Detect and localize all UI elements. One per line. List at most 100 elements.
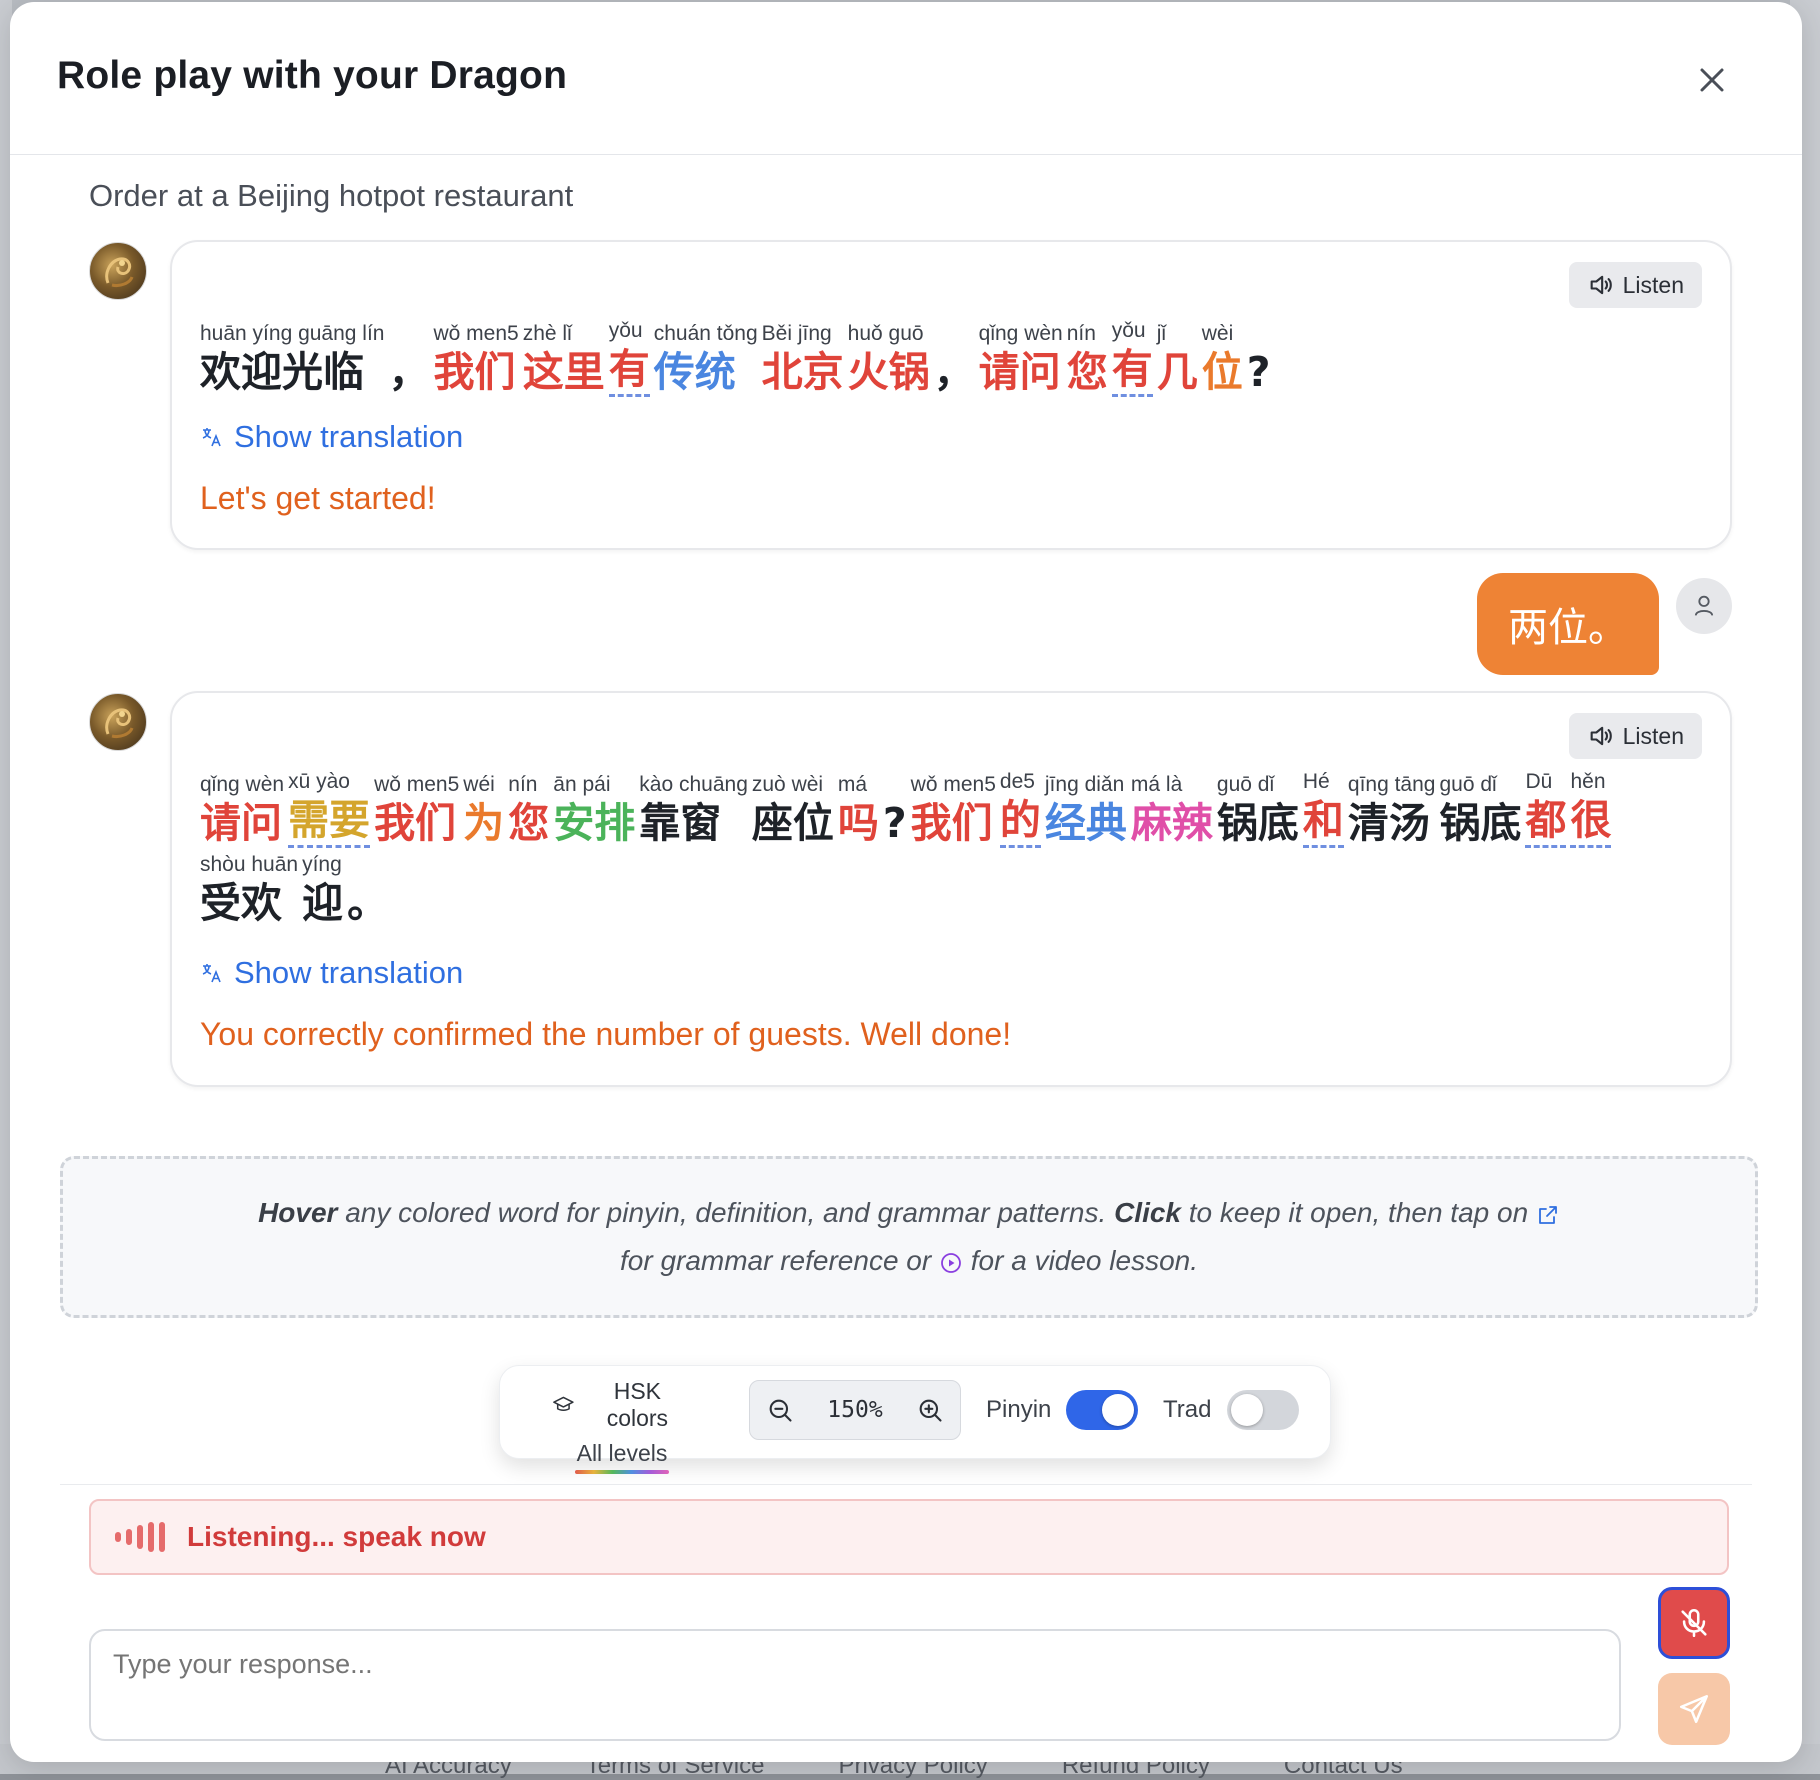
chinese-word[interactable]: qǐng wèn 请问 (979, 321, 1063, 397)
listen-label: Listen (1622, 722, 1684, 749)
modal-header: Role play with your Dragon (10, 2, 1802, 155)
assistant-message-2: Listen qǐng wèn 请问 xū yào 需要 wǒ men5 我们 wéi 为 ní… (170, 691, 1732, 1087)
chinese-word[interactable]: guō dǐ 锅底 (1439, 772, 1521, 848)
send-button[interactable] (1658, 1673, 1730, 1745)
chinese-word[interactable]: guō dǐ 锅底 (1217, 772, 1299, 848)
hint-text-1: any colored word for pinyin, definition,… (337, 1197, 1115, 1228)
chinese-sentence: qǐng wèn 请问 xū yào 需要 wǒ men5 我们 wéi 为 nín 您 ān pá… (200, 769, 1710, 928)
hint-box: Hover any colored word for pinyin, defin… (60, 1156, 1758, 1318)
hint-text-4: for a video lesson. (962, 1245, 1199, 1276)
chinese-word[interactable]: shòu huān 受欢 (200, 852, 298, 928)
chinese-word[interactable]: hěn 很 (1570, 769, 1612, 848)
hanzi: 您 (508, 799, 550, 847)
hanzi: 我们 (433, 348, 516, 396)
translate-icon (202, 964, 221, 983)
chinese-word[interactable]: wèi 位 (1202, 321, 1243, 397)
hanzi: 为 (463, 799, 505, 847)
hanzi: 靠窗 (639, 799, 722, 847)
zoom-value: 150% (827, 1397, 883, 1423)
show-translation-button[interactable]: Show translation (200, 419, 463, 455)
hanzi: 经典 (1044, 799, 1127, 847)
show-translation-label: Show translation (234, 955, 464, 990)
chinese-word[interactable]: zhè lǐ 这里 (523, 321, 605, 397)
hsk-levels-value: All levels (576, 1440, 668, 1466)
close-button[interactable] (1692, 60, 1732, 100)
chinese-word[interactable]: zuò wèi 座位 (752, 772, 834, 848)
hint-text-3: for grammar reference or (619, 1245, 939, 1276)
mic-toggle-button[interactable] (1658, 1587, 1730, 1659)
listen-button[interactable]: Listen (1568, 713, 1702, 759)
scenario-title: Order at a Beijing hotpot restaurant (89, 178, 574, 213)
hanzi: ， (933, 348, 975, 396)
user-message: 两位。 (1477, 573, 1659, 675)
user-icon (1694, 595, 1714, 616)
chinese-word[interactable]: Běi jīng 北京 (762, 321, 844, 397)
chinese-word[interactable]: yǒu 有 (608, 318, 650, 397)
hanzi: 火锅 (847, 348, 930, 396)
chinese-word[interactable]: wǒ men5 我们 (434, 321, 519, 397)
chinese-word[interactable]: wǒ men5 我们 (911, 772, 996, 848)
chinese-word[interactable]: wéi 为 (463, 772, 504, 848)
chinese-word[interactable]: nín 您 (1067, 321, 1108, 397)
chinese-word[interactable]: qīng tāng 清汤 (1348, 772, 1436, 848)
hanzi: 需要 (288, 795, 371, 848)
chinese-word[interactable]: huǒ guō 火锅 (848, 321, 930, 397)
punctuation: ? (883, 772, 907, 848)
chinese-word[interactable]: chuán tǒng 传统 (654, 321, 758, 397)
audio-level-icon (115, 1520, 165, 1554)
pinyin: wǒ men5 (433, 322, 519, 345)
pinyin: de5 (999, 770, 1035, 793)
hint-hover: Hover (258, 1197, 338, 1228)
show-translation-button[interactable]: Show translation (200, 955, 463, 991)
pinyin: qǐng wèn (978, 322, 1063, 345)
pinyin: xū yào (288, 770, 350, 793)
toggle-knob (1231, 1394, 1263, 1426)
listen-label: Listen (1622, 271, 1684, 298)
feedback-text: Let's get started! (200, 480, 436, 516)
chinese-word[interactable]: ān pái 安排 (553, 772, 635, 848)
hanzi: 安排 (553, 799, 636, 847)
hanzi: 我们 (374, 799, 457, 847)
chinese-word[interactable]: nín 您 (508, 772, 549, 848)
punctuation: ， (389, 321, 430, 397)
hanzi: 欢迎光临 (200, 348, 364, 396)
hanzi: 锅底 (1216, 799, 1299, 847)
chinese-word[interactable]: má là 麻辣 (1131, 772, 1213, 848)
trad-label: Trad (1163, 1396, 1212, 1423)
chinese-word[interactable]: wǒ men5 我们 (374, 772, 459, 848)
hanzi: 这里 (522, 348, 605, 396)
dragon-avatar (89, 242, 147, 300)
pinyin: wǒ men5 (910, 773, 996, 796)
chinese-word[interactable]: yǒu 有 (1111, 318, 1153, 397)
pinyin: guō dǐ (1216, 773, 1275, 796)
pinyin-toggle[interactable] (1066, 1390, 1138, 1430)
hanzi: 传统 (653, 348, 736, 396)
pinyin: ān pái (553, 773, 611, 796)
chinese-word[interactable]: jǐ 几 (1157, 321, 1198, 397)
chinese-word[interactable]: jīng diǎn 经典 (1045, 772, 1127, 848)
speaker-icon (1590, 275, 1612, 295)
chinese-word[interactable]: Dū 都 (1525, 769, 1567, 848)
chinese-word[interactable]: kào chuāng 靠窗 (639, 772, 748, 848)
chinese-word[interactable]: má 吗 (838, 772, 879, 848)
listen-button[interactable]: Listen (1568, 262, 1702, 308)
zoom-out-icon[interactable] (766, 1396, 794, 1424)
hsk-colors-selector[interactable]: HSK colors All levels (552, 1378, 692, 1474)
pinyin: nín (1066, 322, 1096, 345)
response-input[interactable] (89, 1629, 1621, 1741)
hanzi: 麻辣 (1130, 799, 1213, 847)
zoom-in-icon[interactable] (916, 1396, 944, 1424)
pinyin: zhè lǐ (522, 322, 572, 345)
hanzi: 锅底 (1439, 799, 1522, 847)
pinyin: jīng diǎn (1044, 773, 1125, 796)
chinese-word[interactable]: xū yào 需要 (288, 769, 371, 848)
hint-text-2: to keep it open, then tap on (1181, 1197, 1536, 1228)
chinese-word[interactable]: de5 的 (999, 769, 1041, 848)
pinyin: má là (1130, 773, 1183, 796)
chinese-word[interactable]: yíng 迎 (302, 852, 343, 928)
chinese-word[interactable]: Hé 和 (1302, 769, 1344, 848)
trad-toggle[interactable] (1227, 1390, 1299, 1430)
chinese-word[interactable]: qǐng wèn 请问 (200, 772, 284, 848)
hanzi: 。 (347, 879, 389, 927)
chinese-word[interactable]: huān yíng guāng lín 欢迎光临 (200, 321, 385, 397)
